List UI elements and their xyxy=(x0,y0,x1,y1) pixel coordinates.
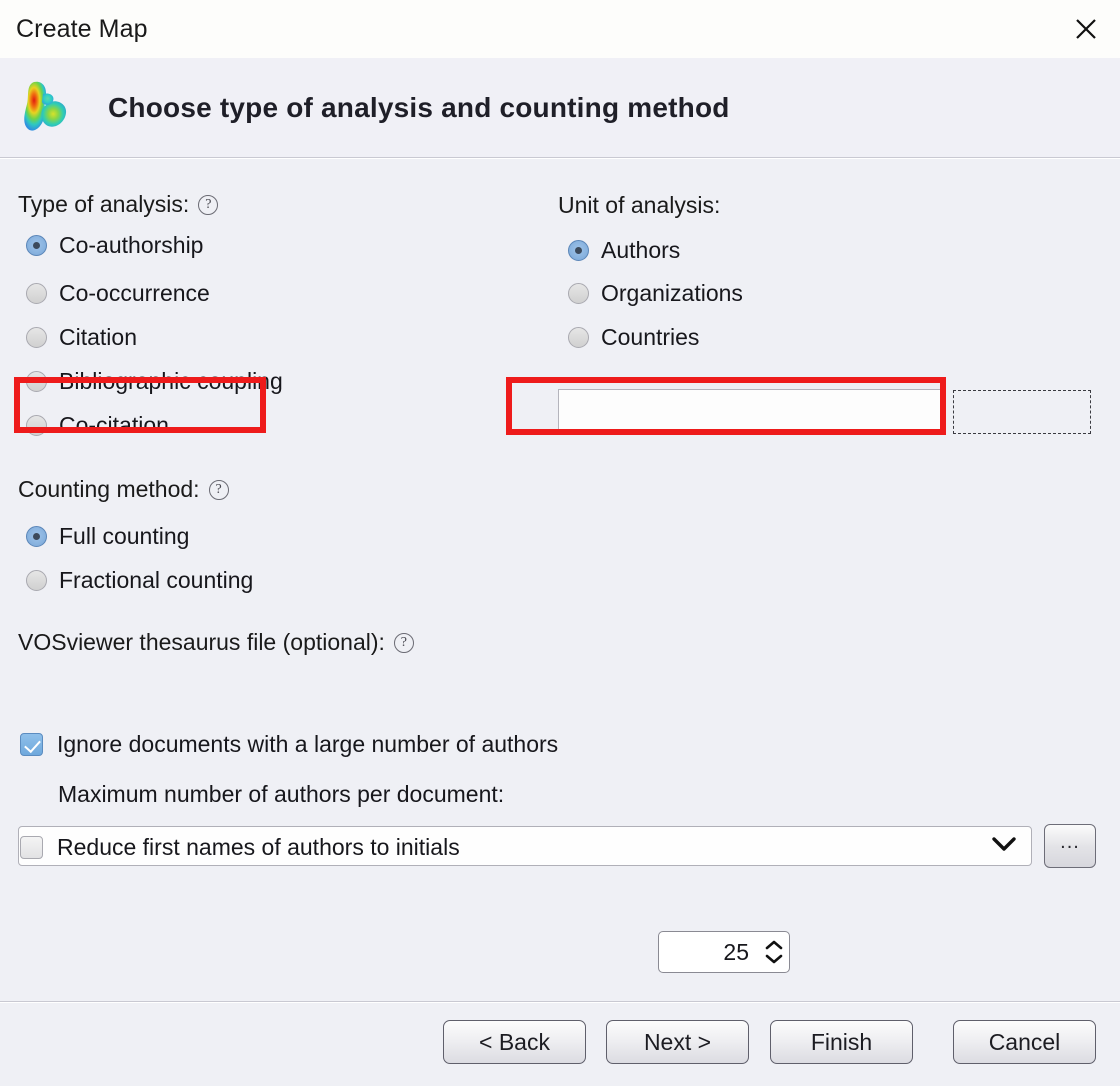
unit-of-analysis-authors-field xyxy=(558,389,944,431)
create-map-dialog: Create Map Choose type of analysis and c… xyxy=(0,0,1120,1086)
chevron-down-icon[interactable] xyxy=(764,953,784,965)
radio-indicator xyxy=(26,235,47,256)
counting-method-label: Counting method: ? xyxy=(18,476,229,503)
back-button[interactable]: < Back xyxy=(443,1020,586,1064)
radio-indicator xyxy=(568,283,589,304)
radio-label: Citation xyxy=(59,324,137,350)
radio-indicator xyxy=(26,570,47,591)
finish-button[interactable]: Finish xyxy=(770,1020,913,1064)
chevron-down-glyph xyxy=(992,836,1016,851)
radio-indicator xyxy=(26,327,47,348)
checkbox-reduce-first-names[interactable]: Reduce first names of authors to initial… xyxy=(20,834,460,861)
dialog-body: Type of analysis: ? Co-authorship Co-occ… xyxy=(0,159,1120,1001)
logo-glyph xyxy=(24,81,67,131)
unit-of-analysis-label-text: Unit of analysis: xyxy=(558,192,721,218)
help-circle-icon[interactable]: ? xyxy=(208,479,229,500)
checkbox-indicator xyxy=(20,733,43,756)
vosviewer-heatmap-logo-icon xyxy=(14,76,78,140)
radio-indicator xyxy=(26,371,47,392)
title-bar: Create Map xyxy=(0,0,1120,58)
thesaurus-label: VOSviewer thesaurus file (optional): ? xyxy=(18,629,414,656)
radio-label: Organizations xyxy=(601,280,743,306)
help-circle-icon[interactable]: ? xyxy=(198,194,219,215)
radio-label: Bibliographic coupling xyxy=(59,368,283,394)
max-authors-label: Maximum number of authors per document: xyxy=(58,781,505,807)
thesaurus-label-text: VOSviewer thesaurus file (optional): xyxy=(18,629,385,655)
radio-organizations[interactable]: Organizations xyxy=(568,280,743,307)
radio-label: Fractional counting xyxy=(59,567,254,593)
type-of-analysis-label: Type of analysis: ? xyxy=(18,191,219,218)
radio-full-counting[interactable]: Full counting xyxy=(26,523,189,550)
thesaurus-browse-button[interactable]: ... xyxy=(1044,824,1096,868)
checkbox-label: Reduce first names of authors to initial… xyxy=(57,834,460,860)
radio-label: Co-occurrence xyxy=(59,280,210,306)
max-authors-spinner[interactable]: 25 xyxy=(658,931,790,973)
radio-authors[interactable]: Authors xyxy=(568,237,680,264)
radio-label: Full counting xyxy=(59,523,190,549)
radio-label: Authors xyxy=(601,237,681,263)
banner-heading: Choose type of analysis and counting met… xyxy=(108,92,730,123)
unit-of-analysis-label: Unit of analysis: xyxy=(558,192,720,219)
radio-co-citation[interactable]: Co-citation xyxy=(26,412,169,439)
dialog-footer: < Back Next > Finish Cancel xyxy=(0,1003,1120,1086)
radio-co-authorship[interactable]: Co-authorship xyxy=(26,232,203,259)
counting-method-label-text: Counting method: xyxy=(18,476,200,502)
checkbox-indicator xyxy=(20,836,43,859)
radio-indicator xyxy=(26,415,47,436)
spinner-arrows[interactable] xyxy=(759,932,789,972)
radio-indicator xyxy=(26,283,47,304)
dialog-banner: Choose type of analysis and counting met… xyxy=(0,58,1120,158)
checkbox-label: Ignore documents with a large number of … xyxy=(57,731,559,757)
radio-fractional-counting[interactable]: Fractional counting xyxy=(26,567,253,594)
focus-outline xyxy=(953,390,1091,434)
help-circle-icon[interactable]: ? xyxy=(393,632,414,653)
radio-indicator xyxy=(568,327,589,348)
radio-co-occurrence[interactable]: Co-occurrence xyxy=(26,280,210,307)
radio-countries[interactable]: Countries xyxy=(568,324,699,351)
close-icon[interactable] xyxy=(1058,1,1114,57)
window-title: Create Map xyxy=(16,14,148,43)
radio-label: Co-citation xyxy=(59,412,169,438)
radio-bibliographic-coupling[interactable]: Bibliographic coupling xyxy=(26,368,283,395)
cancel-button[interactable]: Cancel xyxy=(953,1020,1096,1064)
close-glyph xyxy=(1076,19,1096,39)
radio-indicator xyxy=(568,240,589,261)
checkbox-ignore-documents[interactable]: Ignore documents with a large number of … xyxy=(20,731,558,758)
next-button[interactable]: Next > xyxy=(606,1020,749,1064)
max-authors-value[interactable]: 25 xyxy=(659,939,759,966)
radio-indicator xyxy=(26,526,47,547)
radio-label: Countries xyxy=(601,324,700,350)
chevron-down-icon[interactable] xyxy=(991,836,1017,857)
chevron-up-icon[interactable] xyxy=(764,939,784,951)
radio-citation[interactable]: Citation xyxy=(26,324,137,351)
type-of-analysis-label-text: Type of analysis: xyxy=(18,191,190,217)
radio-label: Co-authorship xyxy=(59,232,204,258)
